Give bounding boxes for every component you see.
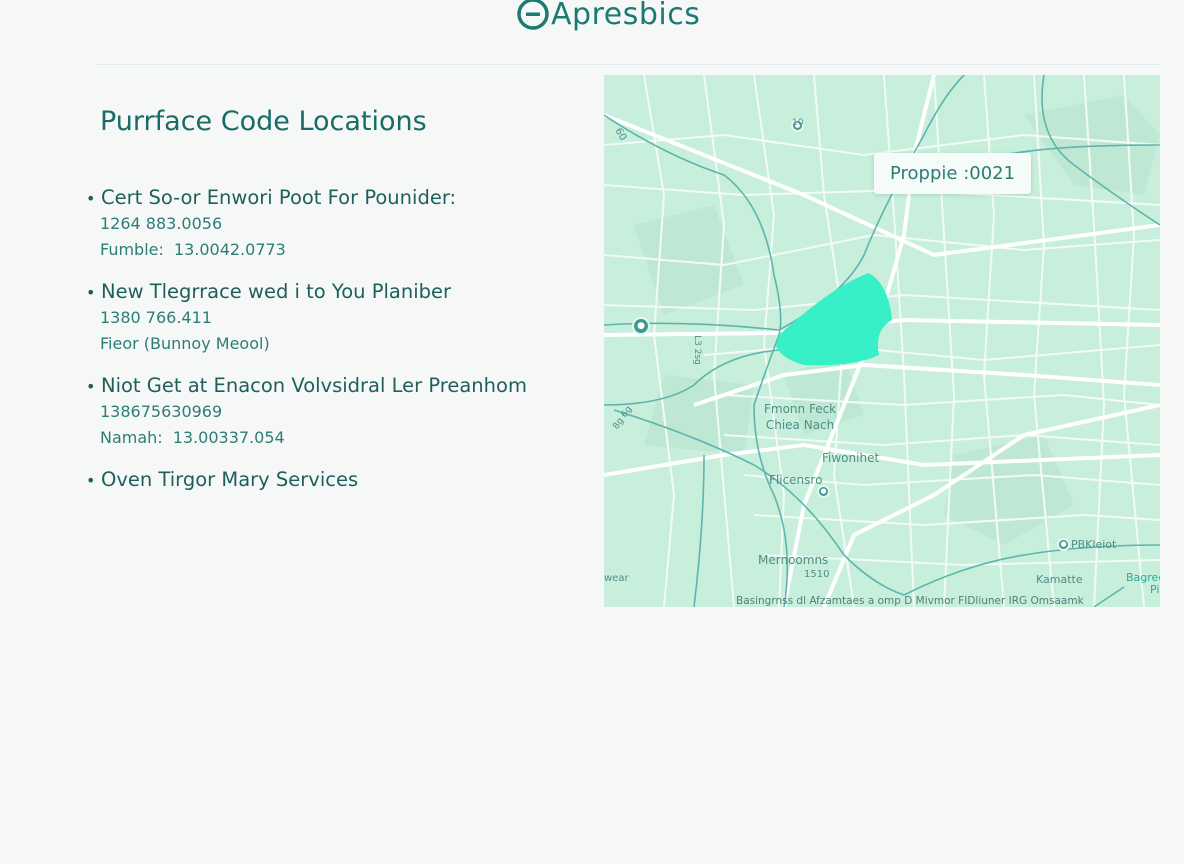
- location-name: • Cert So-or Enwori Poot For Pounider:: [86, 186, 586, 209]
- map-label-road: wear: [604, 573, 629, 584]
- location-name: • Oven Tirgor Mary Services: [86, 468, 586, 491]
- location-detail: Fieor (Bunnoy Meool): [100, 334, 270, 353]
- bullet-icon: •: [86, 471, 96, 490]
- logo-circle-icon: [517, 0, 549, 30]
- location-item[interactable]: • Oven Tirgor Mary Services: [86, 468, 586, 491]
- map-label-district: Kamatte: [1036, 573, 1083, 586]
- location-item[interactable]: • Niot Get at Enacon Volvsidral Ler Prea…: [86, 374, 586, 451]
- location-phone: 1380 766.411: [100, 308, 212, 327]
- location-detail: Fumble: 13.0042.0773: [100, 240, 286, 259]
- map-tooltip: Proppie :0021: [874, 153, 1032, 194]
- logo-text: Apresbics: [551, 0, 701, 32]
- location-name-text: New Tlegrrace wed i to You Planiber: [101, 280, 452, 303]
- bullet-icon: •: [86, 189, 96, 208]
- map-attribution: Basingrnss dl Afzamtaes a omp D Mivmor F…: [736, 595, 1084, 607]
- bullet-icon: •: [86, 283, 96, 302]
- map-label-road: 10: [792, 118, 804, 128]
- location-detail: Namah: 13.00337.054: [100, 428, 285, 447]
- location-name: • Niot Get at Enacon Volvsidral Ler Prea…: [86, 374, 586, 397]
- map-label-district: Fmonn Feck Chiea Nach: [764, 402, 837, 432]
- app-logo[interactable]: Apresbics: [516, 0, 700, 34]
- page: Apresbics Purrface Code Locations • Cert…: [0, 0, 1184, 864]
- location-item[interactable]: • Cert So-or Enwori Poot For Pounider: 1…: [86, 186, 586, 263]
- map-label-district: Flicensro: [769, 473, 823, 487]
- location-phone: 138675630969: [100, 402, 223, 421]
- bullet-icon: •: [86, 377, 96, 396]
- map-label-district: Pi: [1150, 583, 1160, 596]
- map[interactable]: Proppie :0021 ● ● ● ● Fmonn Feck Chiea N…: [604, 75, 1160, 607]
- map-highlight-area: [776, 273, 892, 366]
- map-label-road: L3 2sg: [691, 335, 702, 365]
- map-label-district: 1510: [804, 569, 830, 580]
- location-name-text: Niot Get at Enacon Volvsidral Ler Preanh…: [101, 374, 527, 397]
- map-label-district: Fiwonihet: [822, 451, 880, 465]
- location-phone: 1264 883.0056: [100, 214, 223, 233]
- location-item[interactable]: • New Tlegrrace wed i to You Planiber 13…: [86, 280, 586, 357]
- page-title: Purrface Code Locations: [100, 106, 427, 137]
- location-name-text: Cert So-or Enwori Poot For Pounider:: [101, 186, 457, 209]
- location-name-text: Oven Tirgor Mary Services: [101, 468, 359, 491]
- map-pin-icon[interactable]: ●: [632, 317, 650, 335]
- map-label-district: PBKleiot: [1071, 538, 1117, 551]
- location-list: • Cert So-or Enwori Poot For Pounider: 1…: [86, 186, 586, 508]
- map-pin-icon[interactable]: ●: [1057, 538, 1070, 551]
- map-label-district: Mernoomns: [758, 553, 829, 567]
- location-name: • New Tlegrrace wed i to You Planiber: [86, 280, 586, 303]
- header-divider: [96, 64, 1160, 65]
